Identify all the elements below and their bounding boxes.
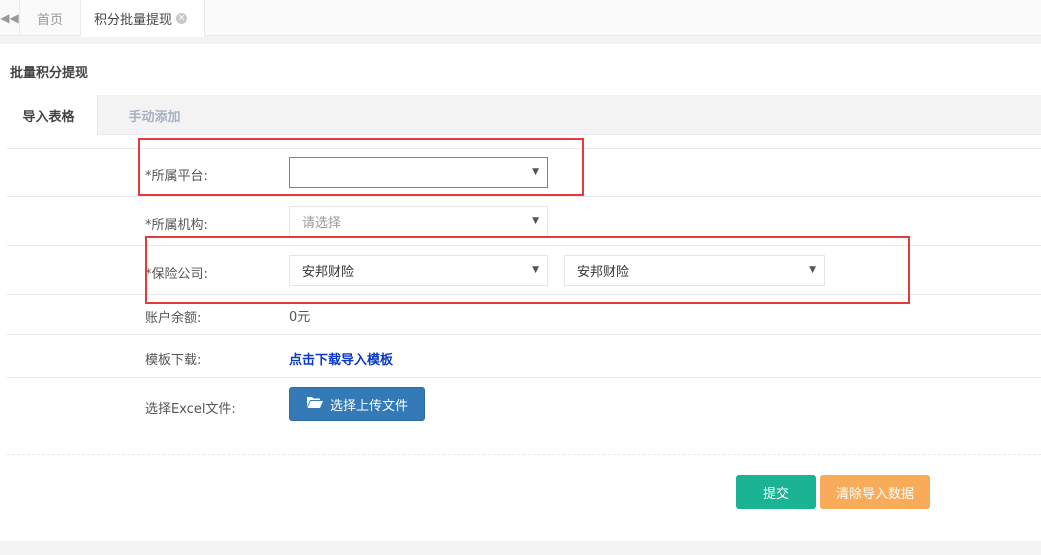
close-circle-icon[interactable]: × — [176, 13, 188, 24]
tab-batch-withdraw-label: 积分批量提现 — [94, 13, 173, 28]
balance-value: 0元 — [289, 310, 311, 325]
excel-label: 选择Excel文件: — [145, 402, 236, 417]
form-divider — [7, 454, 1041, 455]
download-template-link[interactable]: 点击下载导入模板 — [289, 349, 393, 368]
organization-select-placeholder: 请选择 — [302, 216, 342, 231]
folder-open-icon — [306, 395, 324, 413]
template-label: 模板下载: — [145, 353, 202, 368]
double-left-arrow-icon[interactable]: ◀◀ — [0, 0, 20, 36]
submit-button[interactable]: 提交 — [736, 475, 816, 509]
tab-home-label: 首页 — [36, 12, 63, 28]
organization-label: *所属机构: — [145, 218, 208, 233]
tab-manual-add[interactable]: 手动添加 — [98, 95, 211, 135]
tab-import-table[interactable]: 导入表格 — [0, 95, 98, 136]
top-tab-bar: ◀◀ 首页 积分批量提现 × — [0, 0, 1041, 37]
page-title: 批量积分提现 — [10, 66, 89, 81]
clear-import-data-button[interactable]: 清除导入数据 — [820, 475, 930, 509]
subtab-bar: 导入表格 手动添加 — [0, 95, 1041, 136]
annotation-highlight-platform — [138, 138, 584, 196]
upload-file-button[interactable]: 选择上传文件 — [289, 387, 425, 421]
tab-home[interactable]: 首页 — [20, 0, 81, 36]
chevron-down-icon: ▼ — [532, 216, 539, 226]
tab-batch-withdraw[interactable]: 积分批量提现 × — [81, 0, 205, 37]
annotation-highlight-insurer — [145, 236, 910, 304]
upload-file-button-label: 选择上传文件 — [329, 398, 408, 414]
organization-select[interactable]: 请选择 ▼ — [289, 206, 548, 237]
balance-label: 账户余额: — [145, 311, 202, 326]
bottom-strip — [0, 541, 1041, 555]
